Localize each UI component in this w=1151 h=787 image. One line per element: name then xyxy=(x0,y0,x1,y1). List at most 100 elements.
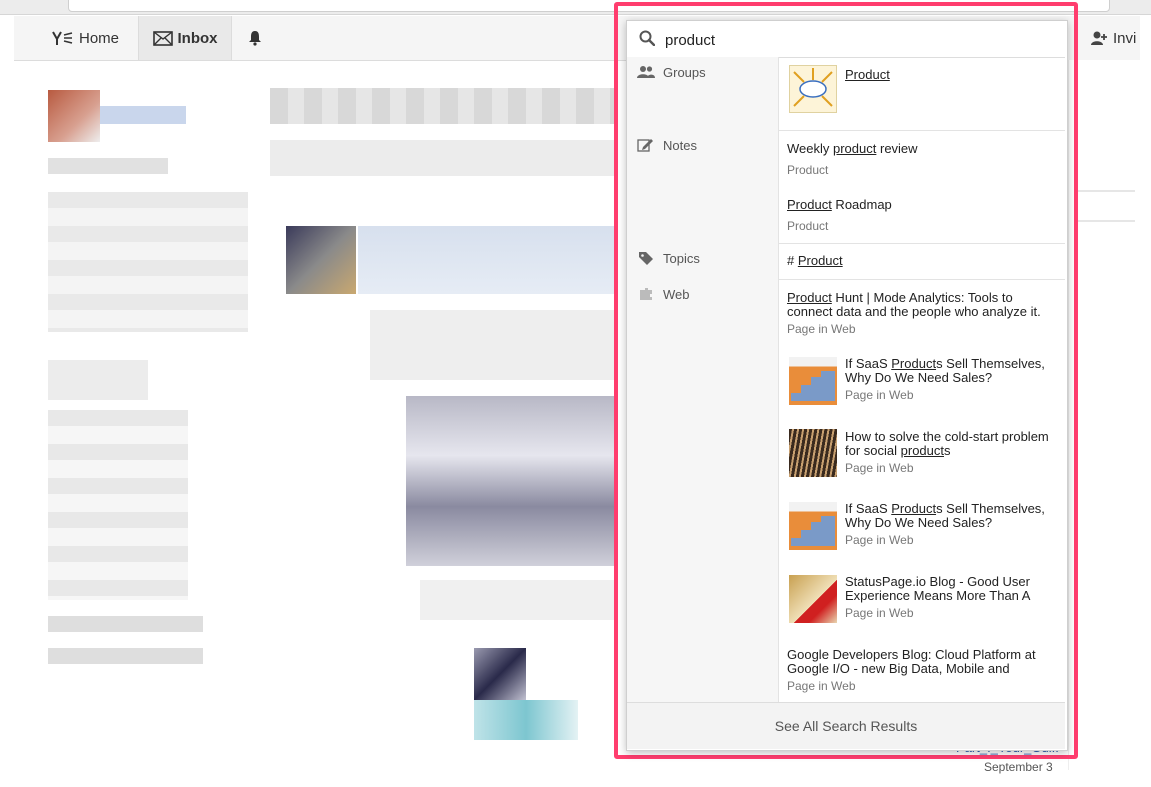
see-all-results-button[interactable]: See All Search Results xyxy=(627,702,1065,749)
blurred-block xyxy=(420,580,614,620)
groups-section: Groups Product xyxy=(627,57,1065,131)
search-input[interactable] xyxy=(663,27,1057,53)
tag-icon xyxy=(639,252,653,265)
search-dropdown: Groups Product Notes Wee xyxy=(626,20,1068,751)
web-result[interactable]: StatusPage.io Blog - Good User Experienc… xyxy=(845,574,1059,621)
web-title-pre: If SaaS xyxy=(845,356,892,371)
web-title-post: Hunt | Mode Analytics: Tools to xyxy=(831,290,1013,305)
topics-label: Topics xyxy=(663,251,700,266)
web-result[interactable]: If SaaS Products Sell Themselves, Why Do… xyxy=(845,501,1059,548)
blurred-block xyxy=(48,616,203,670)
search-box xyxy=(627,21,1065,58)
stairs-chart-image xyxy=(791,516,835,546)
web-puzzle-icon xyxy=(640,288,652,300)
web-title-match: Product xyxy=(891,356,937,371)
blurred-avatar xyxy=(48,90,100,142)
web-title-pre: If SaaS xyxy=(845,501,892,516)
web-title-post: s Sell Themselves, xyxy=(936,356,1045,371)
group-result[interactable]: Product xyxy=(845,68,890,82)
divider xyxy=(1075,220,1135,222)
web-source: Page in Web xyxy=(845,606,914,620)
note-group: Product xyxy=(787,163,829,177)
note-title-match: Product xyxy=(787,197,832,212)
note-title-pre: Weekly xyxy=(787,141,833,156)
notifications-button[interactable] xyxy=(244,16,270,60)
note-title-match: product xyxy=(833,141,877,156)
web-title-line2: Google I/O - new Big Data, Mobile and xyxy=(787,661,1010,676)
web-label: Web xyxy=(663,287,690,302)
nav-inbox-label: Inbox xyxy=(177,29,218,47)
topic-title: Product xyxy=(797,253,843,268)
notes-section: Notes Weekly product review Product Prod… xyxy=(627,130,1065,244)
web-source: Page in Web xyxy=(845,461,914,475)
blurred-avatar xyxy=(286,226,356,294)
blurred-block xyxy=(100,106,186,124)
web-source: Page in Web xyxy=(787,322,856,336)
blurred-block xyxy=(406,396,614,566)
blurred-block xyxy=(48,360,148,400)
web-title-match: Product xyxy=(787,290,832,305)
web-result[interactable]: Product Hunt | Mode Analytics: Tools to … xyxy=(787,290,1059,337)
blurred-block xyxy=(474,700,578,740)
web-thumbnail xyxy=(789,357,837,405)
divider xyxy=(1075,190,1135,192)
right-column xyxy=(1068,60,1141,770)
notes-category: Notes xyxy=(627,130,779,243)
blurred-block xyxy=(48,410,188,600)
nav-invite[interactable]: Invi xyxy=(1090,16,1136,60)
blurred-block xyxy=(270,88,614,124)
blurred-block xyxy=(358,226,614,294)
topics-category: Topics xyxy=(627,243,779,279)
stairs-chart-image xyxy=(791,371,835,401)
web-title-line2: Why Do We Need Sales? xyxy=(845,515,993,530)
yammer-logo-icon xyxy=(52,31,73,45)
note-result[interactable]: Product Roadmap Product xyxy=(787,197,892,234)
web-result[interactable]: How to solve the cold-start problem for … xyxy=(845,429,1059,476)
bell-icon xyxy=(248,31,261,46)
web-title-line1: Google Developers Blog: Cloud Platform a… xyxy=(787,647,1036,662)
web-title-pre: for social xyxy=(845,443,901,458)
blurred-avatar xyxy=(474,648,526,700)
blurred-block xyxy=(370,310,614,380)
peek-date: September 3 xyxy=(984,760,1053,774)
blurred-block xyxy=(48,158,168,174)
web-thumbnail xyxy=(789,502,837,550)
group-thumbnail xyxy=(789,65,837,113)
groups-icon xyxy=(637,66,655,78)
web-result[interactable]: Google Developers Blog: Cloud Platform a… xyxy=(787,647,1059,694)
topic-result[interactable]: # Product xyxy=(787,254,843,268)
web-section: Web Product Hunt | Mode Analytics: Tools… xyxy=(627,279,1065,702)
nav-home[interactable]: Home xyxy=(52,16,119,60)
add-user-icon xyxy=(1091,31,1107,45)
web-thumbnail xyxy=(789,429,837,477)
note-group: Product xyxy=(787,219,829,233)
group-title: Product xyxy=(845,67,890,82)
web-title-line2: connect data and the people who analyze … xyxy=(787,304,1041,319)
web-title-post: s xyxy=(944,443,951,458)
startup-image xyxy=(793,68,833,107)
note-result[interactable]: Weekly product review Product xyxy=(787,141,918,178)
search-results: Groups Product Notes Weekly product revi… xyxy=(627,57,1065,702)
nav-invite-label: Invi xyxy=(1113,29,1137,47)
web-title-match: Product xyxy=(891,501,937,516)
blurred-block xyxy=(48,192,248,332)
web-title-post: s Sell Themselves, xyxy=(936,501,1045,516)
nav-home-label: Home xyxy=(79,29,120,47)
web-title-line1: How to solve the cold-start problem xyxy=(845,429,1049,444)
web-category: Web xyxy=(627,279,779,702)
web-result[interactable]: If SaaS Products Sell Themselves, Why Do… xyxy=(845,356,1059,403)
web-title-match: product xyxy=(900,443,945,458)
groups-label: Groups xyxy=(663,65,706,80)
nav-inbox[interactable]: Inbox xyxy=(138,16,232,60)
topics-section: Topics # Product xyxy=(627,243,1065,280)
web-title-line1: StatusPage.io Blog - Good User xyxy=(845,574,1030,589)
web-thumbnail xyxy=(789,575,837,623)
web-source: Page in Web xyxy=(845,388,914,402)
web-source: Page in Web xyxy=(787,679,856,693)
groups-category: Groups xyxy=(627,57,779,130)
web-title-line2: Why Do We Need Sales? xyxy=(845,370,993,385)
notes-label: Notes xyxy=(663,138,697,153)
search-icon xyxy=(639,30,655,46)
note-title-post: review xyxy=(876,141,918,156)
inbox-icon xyxy=(152,30,173,46)
